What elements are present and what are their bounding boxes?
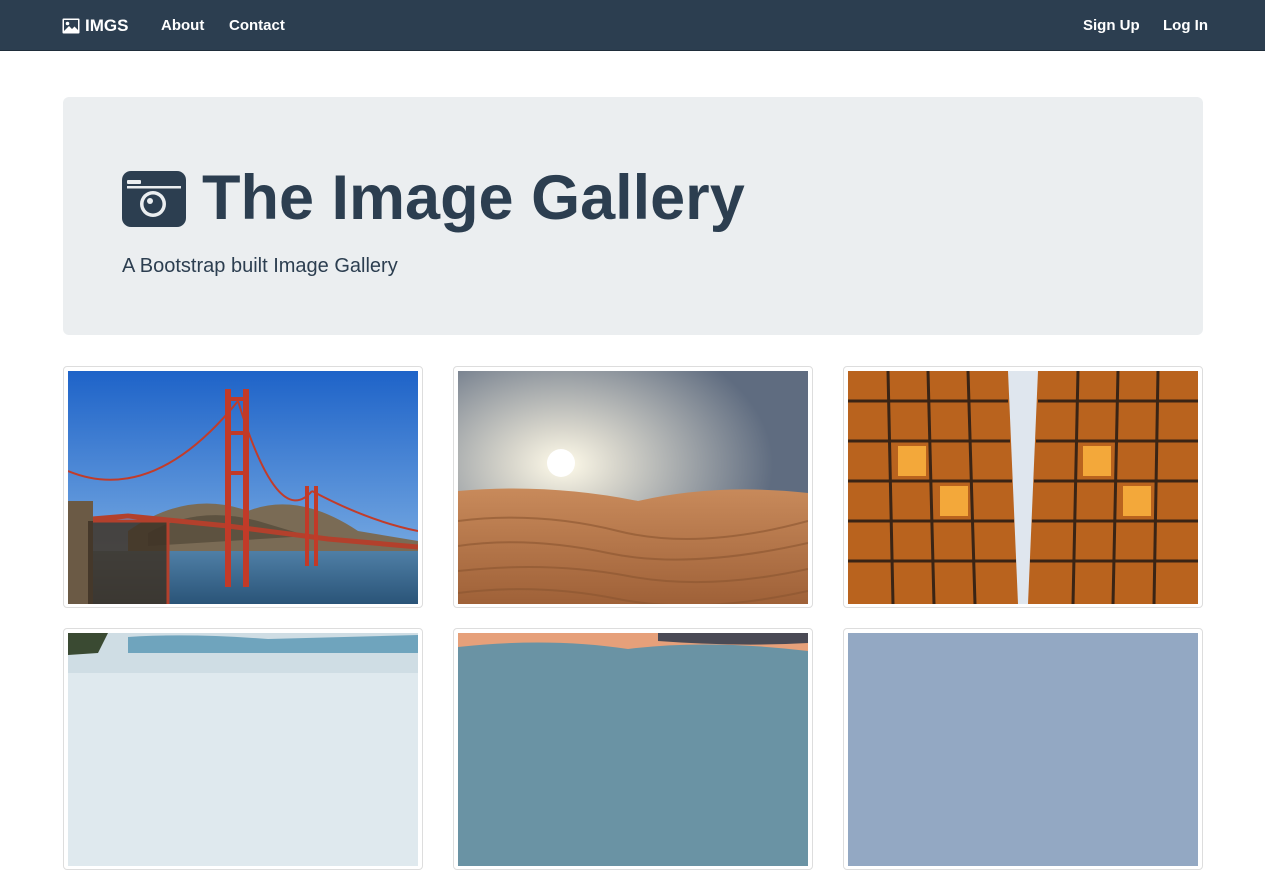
image-icon bbox=[62, 18, 80, 34]
nav-contact-link[interactable]: Contact bbox=[229, 17, 285, 34]
sunset-sky-image bbox=[458, 633, 808, 866]
nav-login-link[interactable]: Log In bbox=[1163, 17, 1208, 34]
gallery-thumbnail-sunset[interactable] bbox=[453, 628, 813, 870]
nav-signup-link[interactable]: Sign Up bbox=[1083, 17, 1140, 34]
page-title-text: The Image Gallery bbox=[202, 163, 745, 233]
gallery-thumbnail-desert[interactable] bbox=[453, 366, 813, 608]
camera-icon bbox=[122, 170, 186, 227]
page-subtitle: A Bootstrap built Image Gallery bbox=[122, 255, 398, 277]
blue-sky-image bbox=[848, 633, 1198, 866]
jumbotron: The Image Gallery A Bootstrap built Imag… bbox=[63, 97, 1203, 335]
nav-about-link[interactable]: About bbox=[161, 17, 204, 34]
page-title: The Image Gallery bbox=[122, 167, 745, 230]
gallery-thumbnail-coast[interactable] bbox=[63, 628, 423, 870]
gallery-thumbnail-golden-gate[interactable] bbox=[63, 366, 423, 608]
brand-link[interactable]: IMGS bbox=[62, 16, 128, 36]
gallery-thumbnail-skyscrapers[interactable] bbox=[843, 366, 1203, 608]
navbar: IMGS About Contact Sign Up Log In bbox=[0, 0, 1265, 51]
gallery-thumbnail-sky[interactable] bbox=[843, 628, 1203, 870]
skyscrapers-image bbox=[848, 371, 1198, 604]
brand-label: IMGS bbox=[85, 16, 129, 35]
desert-dunes-image bbox=[458, 371, 808, 604]
golden-gate-bridge-image bbox=[68, 371, 418, 604]
coast-trees-image bbox=[68, 633, 418, 866]
